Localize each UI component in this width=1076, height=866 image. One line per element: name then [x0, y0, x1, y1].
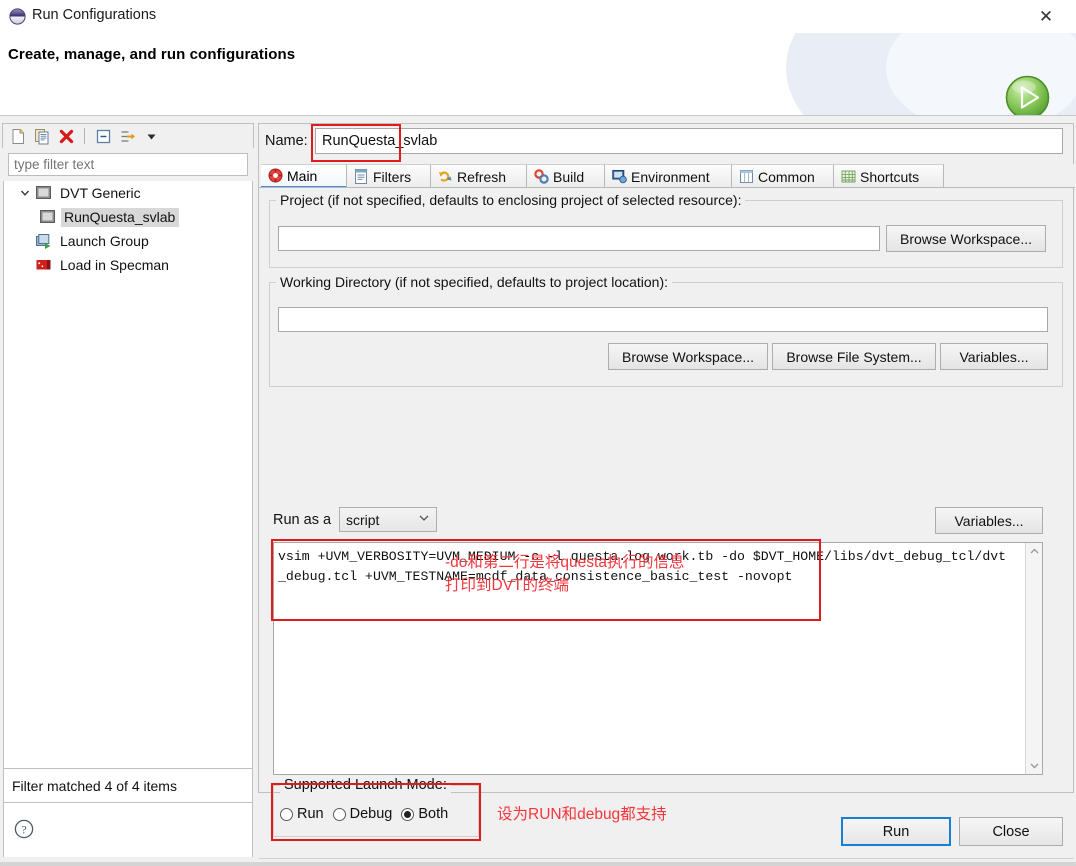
radio-run[interactable]: Run: [280, 806, 324, 822]
panel-separator: [259, 858, 1073, 859]
tab-main[interactable]: Main: [261, 164, 347, 188]
script-annotation-text: -do和第二行是将questa执行的信息 打印到DVT的终端: [445, 554, 685, 594]
radio-debug[interactable]: Debug: [332, 806, 393, 822]
tree-item-load-in-specman[interactable]: Load in Specman: [4, 253, 252, 277]
tab-common[interactable]: Common: [732, 164, 834, 188]
shortcuts-tab-icon: [840, 169, 856, 185]
question-mark-help-icon[interactable]: ?: [14, 819, 34, 839]
filter-launch-icon[interactable]: [117, 126, 137, 146]
radio-label: Run: [297, 806, 324, 822]
delete-configuration-icon[interactable]: [56, 126, 76, 146]
launch-group-icon: [34, 233, 53, 249]
launch-mode-title: Supported Launch Mode:: [280, 777, 451, 793]
generic-config-icon: [38, 209, 57, 225]
radio-dot-both: [401, 807, 415, 821]
tree-item-label: Launch Group: [60, 232, 149, 249]
tab-bar: Main Filters Refresh Build Environment C…: [259, 164, 1075, 188]
tab-underline: [259, 187, 1075, 188]
supported-launch-mode-group: Supported Launch Mode: Run Debug Both: [273, 777, 479, 837]
tab-label: Common: [758, 168, 815, 185]
new-configuration-icon[interactable]: [8, 126, 28, 146]
filter-status-text: Filter matched 4 of 4 items: [3, 768, 253, 803]
window-title: Run Configurations: [32, 7, 157, 23]
tree-item-label: DVT Generic: [60, 184, 141, 201]
tab-environment[interactable]: Environment: [605, 164, 732, 188]
chevron-up-icon[interactable]: [1026, 543, 1043, 560]
configuration-editor-panel: Name: Main: [258, 123, 1075, 859]
project-browse-workspace-button[interactable]: Browse Workspace...: [886, 225, 1046, 252]
toolbar-separator: [84, 128, 85, 144]
view-menu-chevron-icon[interactable]: [141, 126, 161, 146]
wd-variables-button[interactable]: Variables...: [940, 343, 1048, 370]
chevron-down-icon: [419, 514, 429, 525]
build-tab-icon: [533, 169, 549, 185]
collapse-all-icon[interactable]: [93, 126, 113, 146]
generic-config-icon: [34, 185, 53, 201]
eclipse-sphere-icon: [9, 8, 26, 25]
chevron-down-icon[interactable]: [1026, 757, 1043, 774]
configurations-tree: DVT Generic RunQuesta_svlab Launch Group…: [3, 181, 253, 857]
radio-label: Debug: [349, 806, 393, 822]
project-input[interactable]: [278, 226, 880, 251]
run-as-label: Run as a: [273, 512, 332, 528]
working-directory-group: Working Directory (if not specified, def…: [269, 274, 1063, 387]
run-as-selected-value: script: [346, 511, 380, 528]
tab-label: Refresh: [457, 168, 507, 185]
refresh-tab-icon: [437, 169, 453, 185]
tab-filters[interactable]: Filters: [347, 164, 431, 188]
specman-icon: [34, 257, 53, 273]
chevron-down-icon[interactable]: [16, 188, 34, 198]
tab-label: Build: [553, 168, 585, 185]
radio-both[interactable]: Both: [401, 806, 448, 822]
name-input[interactable]: [315, 128, 1063, 154]
filter-input[interactable]: [8, 153, 248, 176]
project-group-title: Project (if not specified, defaults to e…: [276, 192, 746, 208]
footer-edge: [0, 862, 1076, 866]
launch-mode-radio-row: Run Debug Both: [280, 806, 448, 822]
working-directory-group-title: Working Directory (if not specified, def…: [276, 274, 673, 290]
radio-dot-run: [280, 807, 293, 821]
common-tab-icon: [738, 169, 754, 185]
run-configurations-dialog: Run Configurations ✕ Create, manage, and…: [0, 0, 1076, 866]
close-dialog-button[interactable]: Close: [959, 817, 1063, 846]
tab-label: Main: [287, 167, 318, 184]
launch-mode-annotation-text: 设为RUN和debug都支持: [497, 806, 667, 823]
duplicate-configuration-icon[interactable]: [32, 126, 52, 146]
working-directory-input[interactable]: [278, 307, 1048, 332]
page-title: Create, manage, and run configurations: [8, 46, 296, 63]
green-run-play-icon: [1004, 74, 1051, 115]
svg-text:?: ?: [21, 823, 26, 837]
radio-label: Both: [418, 806, 449, 822]
tree-item-label: RunQuesta_svlab: [61, 207, 180, 227]
script-scrollbar[interactable]: [1025, 543, 1042, 774]
tree-item-dvt-generic[interactable]: DVT Generic: [4, 181, 252, 205]
project-group: Project (if not specified, defaults to e…: [269, 192, 1063, 268]
tab-label: Shortcuts: [860, 168, 920, 185]
tab-label: Environment: [631, 168, 710, 185]
run-as-select[interactable]: script: [339, 507, 437, 532]
filters-tab-icon: [353, 169, 369, 185]
tree-item-launch-group[interactable]: Launch Group: [4, 229, 252, 253]
wd-browse-workspace-button[interactable]: Browse Workspace...: [608, 343, 768, 370]
tab-refresh[interactable]: Refresh: [431, 164, 527, 188]
run-button[interactable]: Run: [841, 817, 951, 846]
tree-item-runquesta-svlab[interactable]: RunQuesta_svlab: [4, 205, 252, 229]
configurations-toolbar: [2, 123, 254, 148]
tab-shortcuts[interactable]: Shortcuts: [834, 164, 944, 188]
run-as-variables-button[interactable]: Variables...: [935, 507, 1043, 534]
tab-label: Filters: [373, 168, 412, 185]
environment-tab-icon: [611, 169, 627, 185]
configurations-panel: DVT Generic RunQuesta_svlab: [2, 123, 254, 857]
title-bar: Run Configurations ✕: [0, 0, 1076, 33]
name-field-label: Name:: [265, 133, 308, 149]
main-tab-icon: [267, 168, 283, 184]
tree-item-label: Load in Specman: [60, 256, 169, 273]
tab-build[interactable]: Build: [527, 164, 605, 188]
close-window-button[interactable]: ✕: [1024, 2, 1068, 30]
radio-dot-debug: [332, 807, 346, 821]
dialog-header: Create, manage, and run configurations: [0, 33, 1076, 116]
wd-browse-file-system-button[interactable]: Browse File System...: [772, 343, 936, 370]
